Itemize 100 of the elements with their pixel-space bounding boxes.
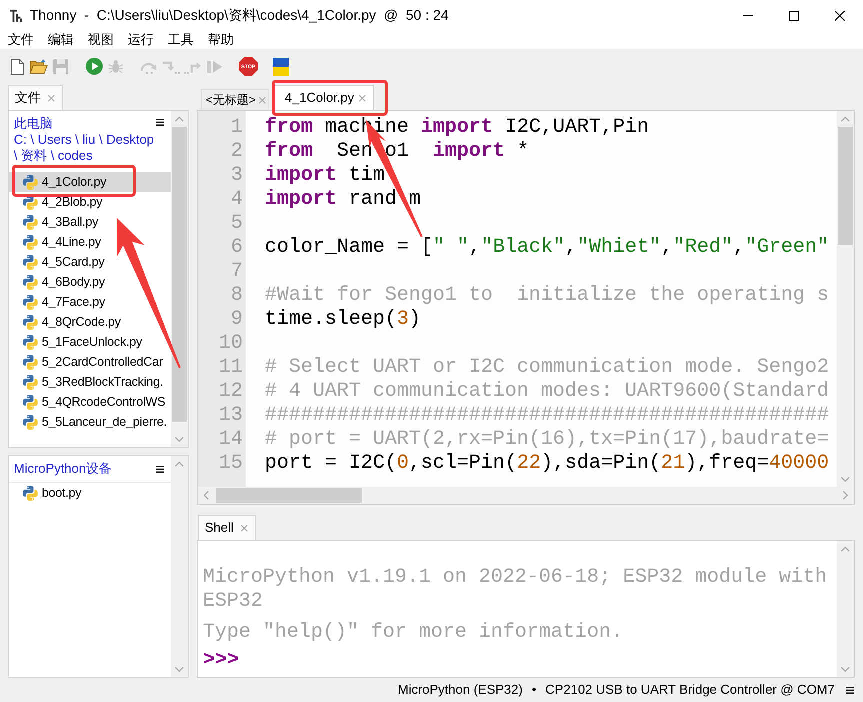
scrollbar-thumb[interactable] bbox=[172, 127, 187, 422]
line-number: 9 bbox=[230, 308, 243, 332]
flag-button[interactable] bbox=[270, 56, 292, 78]
chevron-right-icon[interactable] bbox=[843, 491, 848, 500]
code-line: ############################################### bbox=[265, 404, 830, 428]
horizontal-scrollbar[interactable] bbox=[198, 487, 854, 504]
python-file-icon bbox=[23, 354, 38, 370]
file-item[interactable]: 4_1Color.py bbox=[9, 172, 171, 192]
panel-tab[interactable]: Shell bbox=[198, 515, 256, 540]
chevron-up-icon[interactable] bbox=[841, 116, 850, 122]
menu-item[interactable]: 运行 bbox=[127, 31, 155, 49]
close-icon[interactable] bbox=[359, 94, 366, 102]
vertical-scrollbar[interactable] bbox=[171, 111, 188, 447]
code-line: color_Name = [" ","Black","Whiet","Red","Green" bbox=[265, 236, 830, 260]
file-item[interactable]: 5_2CardControlledCar bbox=[9, 352, 171, 372]
line-number: 2 bbox=[230, 140, 243, 164]
menu-item[interactable]: 编辑 bbox=[47, 31, 75, 49]
line-number: 15 bbox=[218, 452, 243, 476]
python-file-icon bbox=[23, 334, 38, 350]
python-file-icon bbox=[23, 274, 38, 290]
line-number: 12 bbox=[218, 380, 243, 404]
minimize-icon bbox=[743, 15, 753, 16]
file-item[interactable]: boot.py bbox=[9, 483, 171, 503]
code-line: import rand m bbox=[265, 188, 422, 212]
scrollbar-thumb[interactable] bbox=[216, 488, 362, 503]
close-icon[interactable] bbox=[259, 96, 266, 104]
path-link[interactable]: \ 资料 \ codes bbox=[14, 148, 93, 164]
python-file-icon bbox=[23, 174, 38, 190]
chevron-up-icon[interactable] bbox=[175, 462, 184, 466]
shell-output: Type "help()" for more information. bbox=[203, 621, 624, 645]
close-icon[interactable] bbox=[240, 524, 248, 532]
editor-tab[interactable]: 4_1Color.py bbox=[273, 85, 374, 110]
app-logo-icon bbox=[10, 8, 23, 22]
chevron-up-icon[interactable] bbox=[175, 116, 184, 122]
menu-item[interactable]: 文件 bbox=[7, 31, 35, 49]
menu-icon[interactable] bbox=[846, 686, 854, 694]
python-file-icon bbox=[23, 414, 38, 430]
line-number: 13 bbox=[218, 404, 243, 428]
menu-item[interactable]: 帮助 bbox=[207, 31, 235, 49]
run-button[interactable] bbox=[83, 56, 105, 78]
vertical-scrollbar[interactable] bbox=[837, 541, 854, 677]
chevron-up-icon[interactable] bbox=[841, 546, 850, 552]
line-number: 7 bbox=[230, 260, 243, 284]
chevron-left-icon[interactable] bbox=[204, 491, 209, 500]
bent-arrow-icon bbox=[184, 60, 202, 74]
chevron-down-icon[interactable] bbox=[841, 476, 850, 482]
line-number: 14 bbox=[218, 428, 243, 452]
chevron-down-icon[interactable] bbox=[175, 436, 184, 442]
file-item[interactable]: 4_4Line.py bbox=[9, 232, 171, 252]
panel-tab[interactable]: 文件 bbox=[8, 85, 63, 110]
file-item[interactable]: 5_4QRcodeControlWS bbox=[9, 392, 171, 412]
chevron-down-icon[interactable] bbox=[841, 666, 850, 672]
line-number: 11 bbox=[218, 356, 243, 380]
file-item[interactable]: 4_8QrCode.py bbox=[9, 312, 171, 332]
maximize-icon bbox=[789, 10, 799, 20]
code-line: import tim bbox=[265, 164, 386, 188]
bug-icon bbox=[108, 58, 124, 74]
file-item[interactable]: 4_7Face.py bbox=[9, 292, 171, 312]
window-title: Thonny - C:\Users\liu\Desktop\资料\codes\4_1Color.py @ 50 : 24 bbox=[30, 6, 449, 25]
status-item[interactable]: CP2102 USB to UART Bridge Controller @ COM7 bbox=[546, 680, 835, 700]
file-item[interactable]: 4_5Card.py bbox=[9, 252, 171, 272]
chevron-down-icon[interactable] bbox=[175, 666, 184, 672]
status-item[interactable]: MicroPython (ESP32) bbox=[398, 680, 523, 700]
play-icon bbox=[86, 58, 102, 75]
line-number: 10 bbox=[218, 332, 243, 356]
close-icon[interactable] bbox=[48, 94, 55, 102]
page-icon bbox=[10, 58, 24, 74]
file-item[interactable]: 5_1FaceUnlock.py bbox=[9, 332, 171, 352]
line-number: 3 bbox=[230, 164, 243, 188]
bent-arrow-icon bbox=[162, 60, 180, 74]
file-item[interactable]: 4_6Body.py bbox=[9, 272, 171, 292]
menu-icon[interactable] bbox=[156, 119, 164, 126]
file-item[interactable]: 4_3Ball.py bbox=[9, 212, 171, 232]
file-item[interactable]: 5_5Lanceur_de_pierre. bbox=[9, 412, 171, 432]
python-file-icon bbox=[23, 254, 38, 270]
scrollbar-thumb[interactable] bbox=[838, 127, 853, 245]
menu-item[interactable]: 视图 bbox=[87, 31, 115, 49]
line-number: 1 bbox=[230, 116, 243, 140]
path-link[interactable]: C: \ Users \ liu \ Desktop bbox=[14, 132, 154, 148]
panel-title: MicroPython设备 bbox=[14, 460, 112, 478]
vertical-scrollbar[interactable] bbox=[837, 111, 854, 487]
python-file-icon bbox=[23, 314, 38, 330]
editor-tab[interactable]: <无标题> bbox=[201, 89, 270, 110]
code-line: # port = UART(2,rx=Pin(16),tx=Pin(17),baudrate= bbox=[265, 428, 830, 452]
file-item[interactable]: 4_2Blob.py bbox=[9, 192, 171, 212]
file-item[interactable]: 5_3RedBlockTracking. bbox=[9, 372, 171, 392]
line-number: 6 bbox=[230, 236, 243, 260]
code-line: from Sen o1 import * bbox=[265, 140, 530, 164]
line-number: 8 bbox=[230, 284, 243, 308]
shell-panel[interactable]: MicroPython v1.19.1 on 2022-06-18; ESP32 module with ESP32 Type "help()" for more information. >>> bbox=[197, 540, 855, 678]
line-number: 5 bbox=[230, 212, 243, 236]
python-file-icon bbox=[23, 214, 38, 230]
menu-icon[interactable] bbox=[156, 466, 164, 472]
vertical-scrollbar[interactable] bbox=[171, 456, 188, 677]
python-file-icon bbox=[23, 194, 38, 210]
shell-output: MicroPython v1.19.1 on 2022-06-18; ESP32 module with ESP32 bbox=[203, 566, 828, 614]
shell-prompt: >>> bbox=[203, 649, 240, 673]
menu-item[interactable]: 工具 bbox=[167, 31, 195, 49]
location-title[interactable]: 此电脑 bbox=[14, 115, 53, 132]
python-file-icon bbox=[23, 394, 38, 410]
